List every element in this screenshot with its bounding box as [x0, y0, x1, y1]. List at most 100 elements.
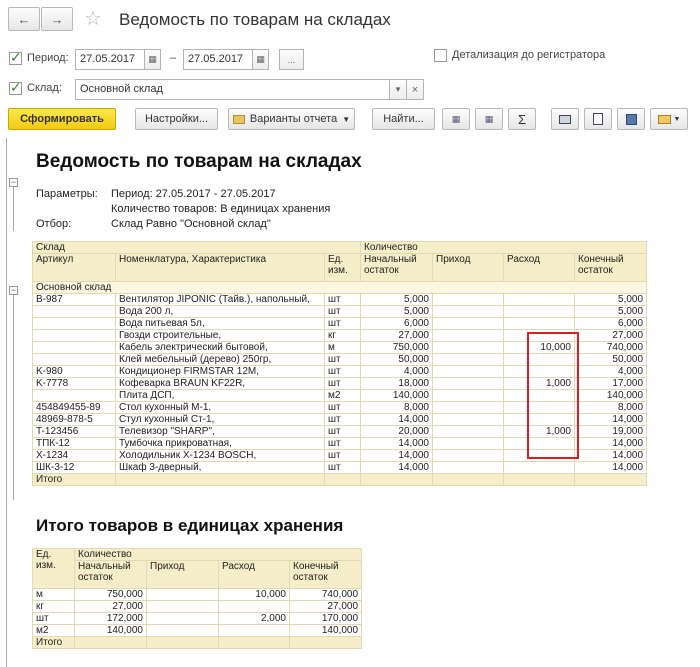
- cell-unit: м: [324, 341, 361, 354]
- calendar-from-button[interactable]: ▦: [144, 49, 161, 70]
- summary-cell-opening: 140,000: [74, 624, 147, 637]
- warehouse-label: Склад:: [27, 82, 62, 94]
- cell-article: K-980: [32, 365, 116, 378]
- collapse-groups-button[interactable]: ▦: [475, 108, 503, 130]
- cell-name: Стул кухонный Ст-1,: [115, 413, 325, 426]
- summary-cell-opening: 27,000: [74, 600, 147, 613]
- summary-cell-income: [146, 612, 219, 625]
- outline-line: [13, 294, 14, 500]
- close-icon: ×: [411, 83, 419, 96]
- detail-checkbox[interactable]: [434, 49, 447, 62]
- header-closing: Конечный остаток: [573, 253, 648, 282]
- cell-name: Шкаф 3-дверный,: [115, 461, 325, 474]
- cell-opening: 4,000: [360, 365, 433, 378]
- chevron-down-icon: ▾: [395, 84, 401, 94]
- cell-article: [32, 317, 116, 330]
- cell-income: [432, 425, 504, 438]
- table-row: B-987 Вентилятор JIPONIC (Тайв.), напольн…: [32, 293, 648, 306]
- cell-closing: 6,000: [573, 317, 648, 330]
- period-select-button[interactable]: ...: [279, 49, 304, 70]
- chevron-down-icon: ▼: [673, 115, 681, 123]
- generate-button[interactable]: Сформировать: [8, 108, 116, 130]
- cell-income: [432, 401, 504, 414]
- cell-unit: кг: [324, 329, 361, 342]
- cell-income: [432, 293, 504, 306]
- cell-opening: 8,000: [360, 401, 433, 414]
- expand-groups-icon: ▦: [451, 113, 461, 124]
- summary-cell-unit: шт: [32, 612, 75, 625]
- cell-opening: 27,000: [360, 329, 433, 342]
- group-row: Основной склад: [31, 281, 648, 294]
- cell-closing: 740,000: [573, 341, 648, 354]
- params-label: Параметры:: [36, 188, 98, 200]
- cell-opening: 20,000: [360, 425, 433, 438]
- back-button[interactable]: ←: [8, 7, 40, 31]
- warehouse-checkbox[interactable]: [9, 79, 22, 96]
- cell-opening: 5,000: [360, 305, 433, 318]
- arrow-left-icon: ←: [17, 11, 31, 27]
- cell-opening: 14,000: [360, 449, 433, 462]
- cell-name: Кофеварка BRAUN KF22R,: [115, 377, 325, 390]
- save-icon: [625, 113, 637, 125]
- summary-cell-closing: 27,000: [288, 600, 363, 613]
- summary-cell-unit: кг: [32, 600, 75, 613]
- collapse-group-toggle[interactable]: −: [9, 286, 18, 295]
- cell-income: [432, 353, 504, 366]
- cell-unit: шт: [324, 425, 361, 438]
- warehouse-field[interactable]: Основной склад: [75, 79, 390, 100]
- sum-button[interactable]: Σ: [508, 108, 536, 130]
- period-dash: –: [170, 52, 177, 64]
- expand-groups-button[interactable]: ▦: [442, 108, 470, 130]
- calendar-to-button[interactable]: ▦: [252, 49, 269, 70]
- cell-closing: 5,000: [573, 293, 648, 306]
- period-checkbox[interactable]: [9, 49, 22, 66]
- cell-income: [432, 377, 504, 390]
- param-period: Период: 27.05.2017 - 27.05.2017: [111, 188, 276, 200]
- cell-article: 48969-878-5: [32, 413, 116, 426]
- cell-unit: шт: [324, 317, 361, 330]
- header-income: Приход: [432, 253, 504, 282]
- cell-article: ШК-3-12: [32, 461, 116, 474]
- period-from-field[interactable]: 27.05.2017: [75, 49, 145, 70]
- forward-button[interactable]: →: [41, 7, 73, 31]
- cell-unit: шт: [324, 365, 361, 378]
- folder-icon: [232, 114, 245, 124]
- cell-name: Кондиционер FIRMSTAR 12M,: [115, 365, 325, 378]
- star-icon[interactable]: ☆: [84, 6, 102, 31]
- cell-article: K-7778: [32, 377, 116, 390]
- report-title: Ведомость по товарам на складах: [36, 151, 362, 172]
- cell-closing: 14,000: [573, 449, 648, 462]
- preview-icon: [593, 113, 603, 125]
- cell-unit: шт: [324, 449, 361, 462]
- cell-unit: шт: [324, 353, 361, 366]
- warehouse-dropdown-button[interactable]: ▾: [389, 79, 407, 100]
- cell-name: Плита ДСП,: [115, 389, 325, 402]
- cell-closing: 8,000: [573, 401, 648, 414]
- find-button[interactable]: Найти...: [372, 108, 435, 130]
- header-opening: Начальный остаток: [360, 253, 433, 282]
- cell-income: [432, 449, 504, 462]
- report-variants-button[interactable]: Варианты отчета ▼: [228, 108, 355, 130]
- send-button[interactable]: ▼: [650, 108, 688, 130]
- summary-header-quantity: Количество: [73, 548, 363, 561]
- summary-cell-unit: м2: [32, 624, 75, 637]
- settings-button[interactable]: Настройки...: [135, 108, 218, 130]
- save-button[interactable]: [617, 108, 645, 130]
- collapse-groups-icon: ▦: [484, 113, 494, 124]
- warehouse-clear-button[interactable]: ×: [406, 79, 424, 100]
- summary-cell-unit: м: [32, 588, 75, 601]
- print-button[interactable]: [551, 108, 579, 130]
- cell-opening: 14,000: [360, 437, 433, 450]
- collapse-params-toggle[interactable]: −: [9, 178, 18, 187]
- preview-button[interactable]: [584, 108, 612, 130]
- cell-income: [432, 461, 504, 474]
- cell-unit: шт: [324, 413, 361, 426]
- cell-income: [432, 413, 504, 426]
- period-to-field[interactable]: 27.05.2017: [183, 49, 253, 70]
- arrow-right-icon: →: [50, 11, 64, 27]
- header-expense: Расход: [503, 253, 575, 282]
- summary-row: м2 140,000 140,000: [32, 624, 363, 637]
- cell-name: Вода питьевая 5л,: [115, 317, 325, 330]
- cell-name: Вентилятор JIPONIC (Тайв.), напольный,: [115, 293, 325, 306]
- summary-header-expense: Расход: [218, 560, 290, 589]
